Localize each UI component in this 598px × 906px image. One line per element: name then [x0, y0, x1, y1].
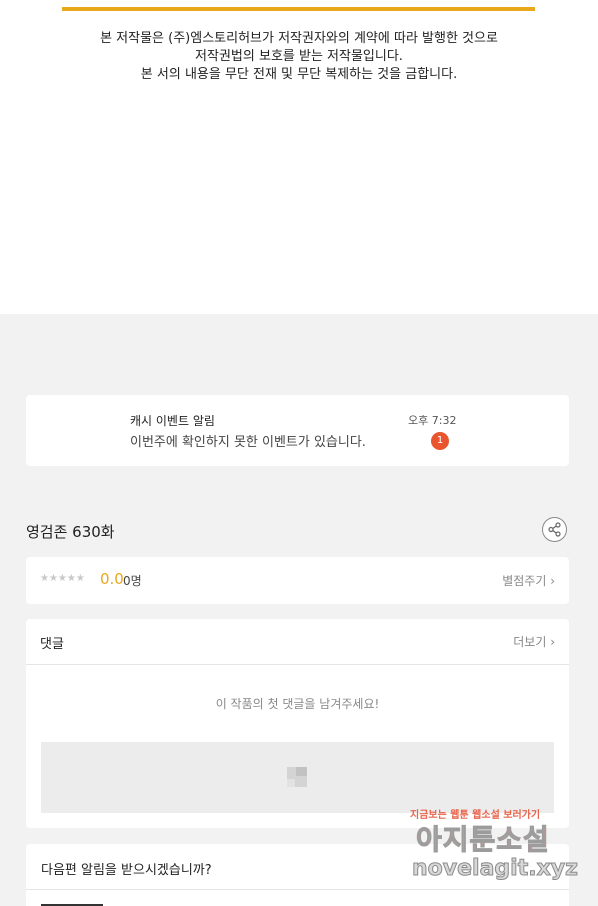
comments-empty-message: 이 작품의 첫 댓글을 남겨주세요! — [215, 697, 380, 711]
comments-title: 댓글 — [40, 637, 64, 652]
rate-button[interactable]: 별점주기 › — [502, 572, 555, 589]
rating-score: 0.0 — [100, 570, 124, 588]
comments-card: 댓글 더보기 › 이 작품의 첫 댓글을 남겨주세요! — [26, 619, 569, 828]
watermark-url: novelagit.xyz — [412, 856, 579, 882]
copyright-line-3: 본 서의 내용을 무단 전재 및 무단 복제하는 것을 금합니다. — [140, 67, 458, 82]
notification-badge: 1 — [431, 432, 449, 450]
accent-divider — [62, 7, 535, 11]
comments-header: 댓글 더보기 › — [26, 619, 569, 665]
episode-title: 영검존 630화 — [26, 523, 115, 541]
notification-time: 오후 7:32 — [408, 414, 457, 427]
copyright-notice: 본 저작물은 (주)엠스토리허브가 저작권자와의 계약에 따라 발행한 것으로 … — [0, 30, 598, 84]
next-episode-alert-title: 다음편 알림을 받으시겠습니까? — [41, 863, 212, 878]
copyright-line-2: 저작권법의 보호를 받는 저작물입니다. — [195, 49, 403, 64]
notification-title: 캐시 이벤트 알림 — [130, 414, 215, 428]
notification-message: 이번주에 확인하지 못한 이벤트가 있습니다. — [130, 435, 366, 450]
write-icon — [287, 767, 307, 787]
comments-more-link[interactable]: 더보기 › — [513, 633, 555, 650]
rating-card: ★★★★★ 0.0 0명 별점주기 › — [26, 557, 569, 604]
share-button[interactable] — [542, 517, 567, 542]
rating-stars-icon: ★★★★★ — [40, 573, 85, 584]
comment-input[interactable] — [41, 742, 554, 813]
share-icon — [548, 522, 561, 537]
copyright-line-1: 본 저작물은 (주)엠스토리허브가 저작권자와의 계약에 따라 발행한 것으로 — [100, 31, 498, 46]
event-notification-card[interactable]: 캐시 이벤트 알림 이번주에 확인하지 못한 이벤트가 있습니다. 오후 7:3… — [26, 395, 569, 466]
copyright-section: 본 저작물은 (주)엠스토리허브가 저작권자와의 계약에 따라 발행한 것으로 … — [0, 0, 598, 314]
rating-count: 0명 — [123, 574, 142, 588]
site-watermark: 지금보는 웹툰 웹소설 보러가기 아지툰소설 novelagit.xyz — [410, 806, 580, 886]
divider — [26, 889, 569, 890]
watermark-logo: 아지툰소설 — [416, 823, 550, 857]
